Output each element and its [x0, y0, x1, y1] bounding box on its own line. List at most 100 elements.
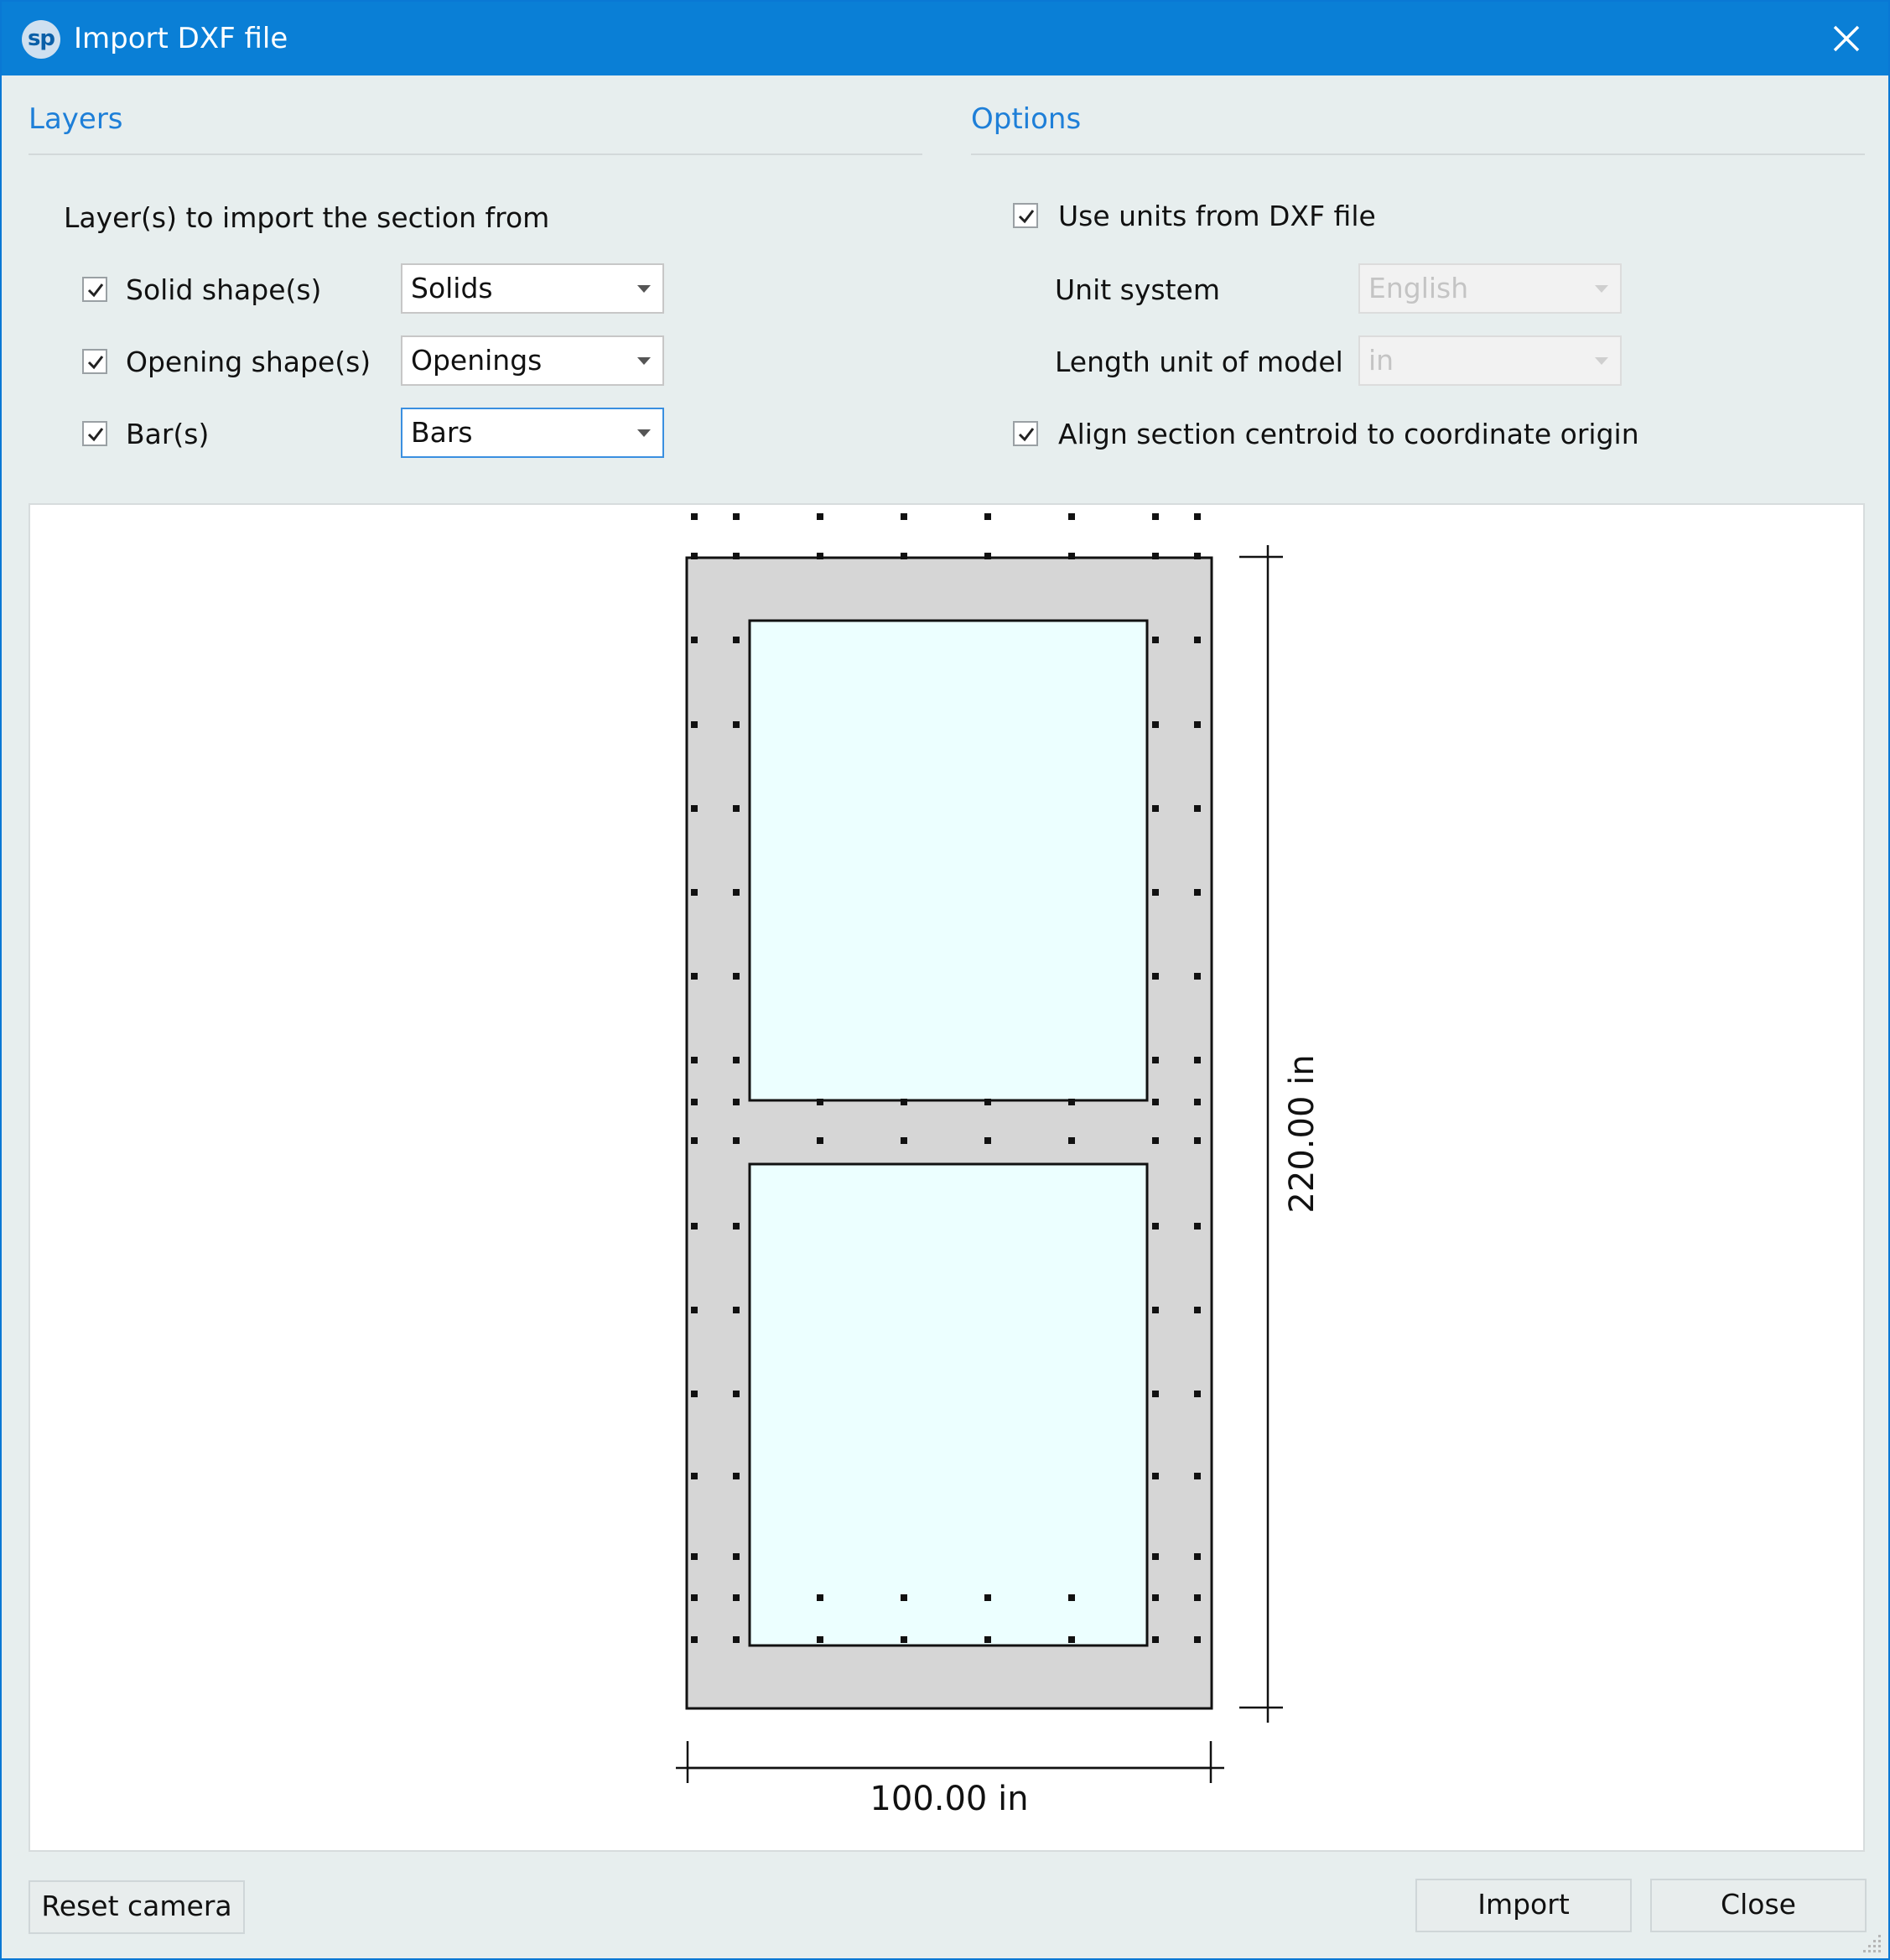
bar-dot	[1194, 1223, 1201, 1230]
use-units-checkbox[interactable]	[1013, 203, 1038, 228]
bar-dot	[817, 1594, 823, 1601]
unit-system-label: Unit system	[1055, 273, 1220, 306]
checkmark-icon	[1018, 210, 1035, 224]
options-divider	[971, 153, 1865, 155]
bar-dot	[691, 1137, 698, 1144]
bars-label: Bar(s)	[126, 418, 210, 450]
section-drawing	[685, 513, 1213, 1710]
bar-dot	[691, 513, 698, 520]
checkmark-icon	[1018, 428, 1035, 442]
bar-dot	[733, 553, 740, 559]
bar-dot	[1152, 1473, 1159, 1479]
resize-grip-icon[interactable]	[1861, 1931, 1883, 1953]
bar-dot	[733, 973, 740, 980]
bar-dot	[733, 1553, 740, 1560]
bar-dot	[733, 1391, 740, 1397]
title-bar[interactable]: sp Import DXF file	[2, 2, 1888, 75]
bar-dot	[1068, 1594, 1075, 1601]
use-units-label: Use units from DXF file	[1058, 200, 1376, 232]
import-dxf-dialog: sp Import DXF file Layers Layer(s) to im…	[0, 0, 1890, 1960]
bar-dot	[901, 553, 907, 559]
bar-dot	[691, 1594, 698, 1601]
bar-dot	[733, 889, 740, 896]
bar-dot	[733, 1473, 740, 1479]
bar-dot	[984, 513, 991, 520]
opening-shape-top	[748, 619, 1149, 1102]
solid-layer-value: Solids	[411, 272, 493, 304]
bar-dot	[984, 1594, 991, 1601]
chevron-down-icon	[637, 357, 651, 365]
bar-dot	[733, 1057, 740, 1063]
align-centroid-label: Align section centroid to coordinate ori…	[1058, 418, 1639, 450]
chevron-down-icon	[637, 285, 651, 293]
bar-dot	[691, 973, 698, 980]
bar-dot	[733, 1307, 740, 1313]
bar-dot	[901, 1099, 907, 1105]
bar-dot	[1068, 1137, 1075, 1144]
bar-dot	[1152, 1553, 1159, 1560]
bar-dot	[1152, 1223, 1159, 1230]
bar-dot	[1152, 721, 1159, 728]
layers-heading: Layers	[29, 102, 123, 136]
unit-system-select[interactable]: English	[1358, 263, 1622, 314]
bar-dot	[817, 1137, 823, 1144]
opening-shapes-checkbox[interactable]	[82, 349, 107, 374]
bar-dot	[817, 1636, 823, 1643]
bar-dot	[1152, 1307, 1159, 1313]
bar-dot	[1068, 1099, 1075, 1105]
section-preview-viewport[interactable]: 100.00 in 220.00 in	[29, 503, 1865, 1852]
length-unit-label: Length unit of model	[1055, 346, 1343, 378]
bar-dot	[1068, 513, 1075, 520]
bar-dot	[1152, 1391, 1159, 1397]
bar-dot	[1152, 1137, 1159, 1144]
bars-layer-select[interactable]: Bars	[401, 408, 664, 458]
opening-layer-select[interactable]: Openings	[401, 335, 664, 386]
bar-dot	[1194, 1057, 1201, 1063]
checkmark-icon	[87, 428, 104, 442]
bar-dot	[733, 1636, 740, 1643]
align-centroid-checkbox[interactable]	[1013, 421, 1038, 446]
bar-dot	[733, 1099, 740, 1105]
bar-dot	[691, 721, 698, 728]
bar-dot	[1194, 805, 1201, 812]
layers-divider	[29, 153, 922, 155]
chevron-down-icon	[1595, 285, 1608, 293]
opening-shape-bottom	[748, 1162, 1149, 1647]
bar-dot	[691, 1473, 698, 1479]
length-unit-value: in	[1368, 344, 1394, 377]
width-dimension: 100.00 in	[676, 1741, 1224, 1818]
bar-dot	[1152, 637, 1159, 643]
solid-layer-select[interactable]: Solids	[401, 263, 664, 314]
bar-dot	[733, 637, 740, 643]
opening-layer-value: Openings	[411, 344, 543, 377]
length-unit-select[interactable]: in	[1358, 335, 1622, 386]
import-button[interactable]: Import	[1415, 1879, 1632, 1932]
reset-camera-button[interactable]: Reset camera	[29, 1880, 245, 1934]
bar-dot	[1152, 1594, 1159, 1601]
bar-dot	[733, 721, 740, 728]
bar-dot	[1194, 637, 1201, 643]
bar-dot	[1194, 553, 1201, 559]
bar-dot	[1152, 553, 1159, 559]
layers-intro-label: Layer(s) to import the section from	[64, 201, 550, 234]
bars-checkbox[interactable]	[82, 421, 107, 446]
window-title: Import DXF file	[74, 22, 288, 55]
bar-dot	[1152, 1099, 1159, 1105]
close-icon[interactable]	[1825, 17, 1868, 60]
bar-dot	[901, 1137, 907, 1144]
bar-dot	[1194, 1099, 1201, 1105]
bar-dot	[733, 1594, 740, 1601]
bar-dot	[691, 805, 698, 812]
bar-dot	[733, 1137, 740, 1144]
bar-dot	[691, 889, 698, 896]
bar-dot	[1152, 973, 1159, 980]
unit-system-value: English	[1368, 272, 1469, 304]
bar-dot	[1194, 889, 1201, 896]
bar-dot	[691, 1391, 698, 1397]
app-logo-icon: sp	[22, 20, 60, 59]
height-dimension: 220.00 in	[1239, 545, 1321, 1723]
bar-dot	[1068, 1636, 1075, 1643]
bar-dot	[984, 1137, 991, 1144]
solid-shapes-checkbox[interactable]	[82, 277, 107, 302]
close-button[interactable]: Close	[1650, 1879, 1867, 1932]
